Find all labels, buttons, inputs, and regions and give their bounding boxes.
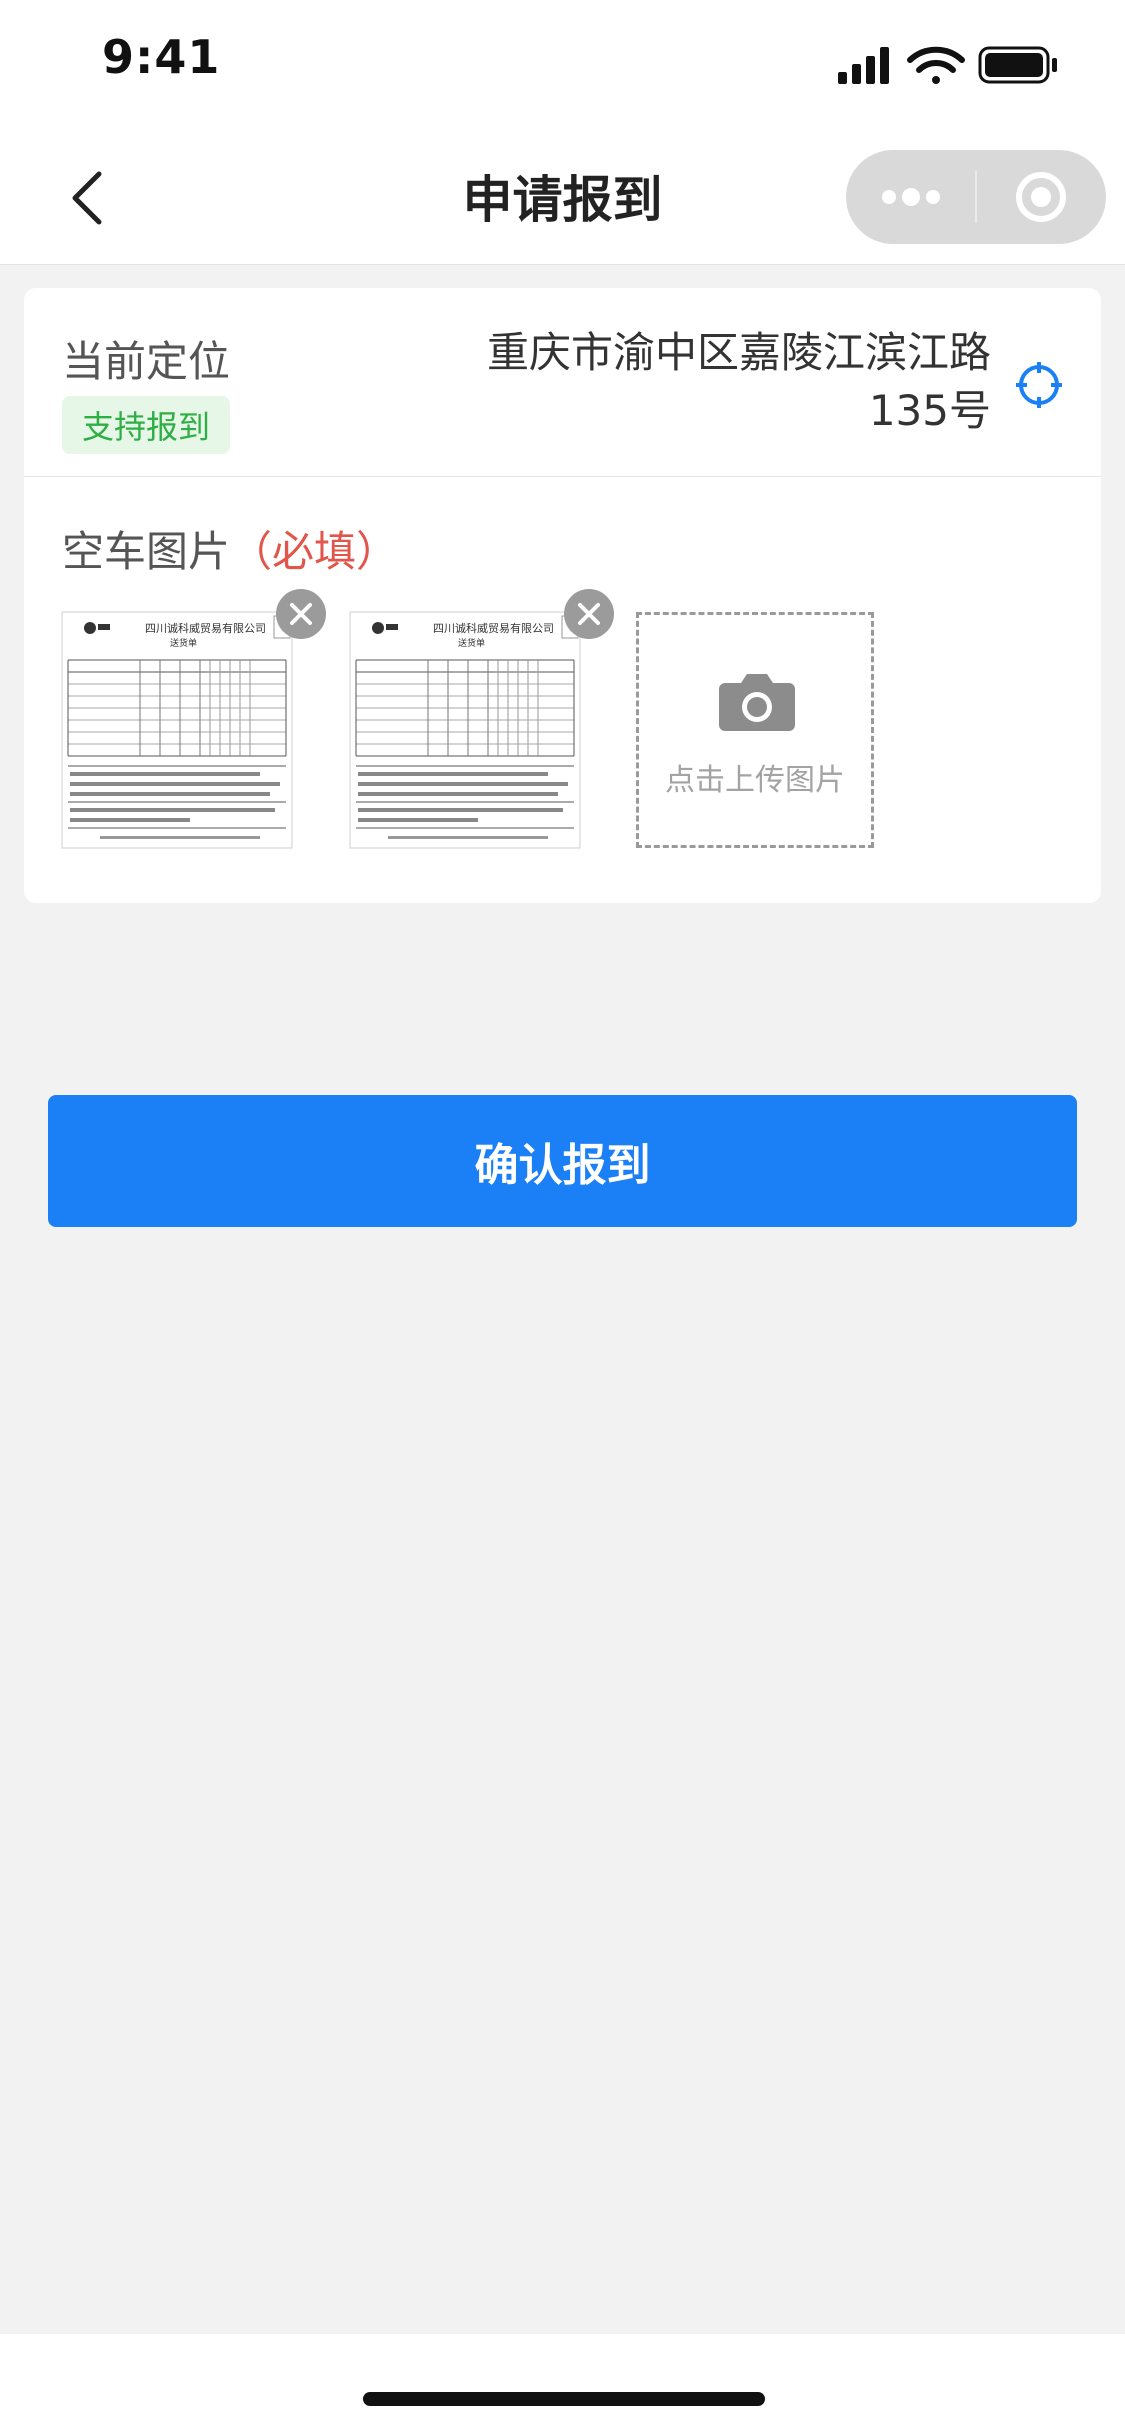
bottom-safe-area: [0, 2334, 1125, 2436]
address-line-1: 重庆市渝中区嘉陵江滨江路: [486, 328, 991, 377]
upload-label: 点击上传图片: [665, 763, 845, 798]
confirm-report-button[interactable]: 确认报到: [48, 1095, 1077, 1227]
status-bar: 9:41: [0, 0, 1125, 132]
more-dots-icon: [881, 188, 940, 206]
address-line-2: 135号: [868, 386, 991, 435]
photo-thumbnail-2[interactable]: 四川诚科威贸易有限公司 送货单: [348, 610, 582, 850]
battery-icon: [978, 46, 1057, 84]
delete-photo-button-1[interactable]: [276, 589, 326, 639]
crosshair-icon: [1016, 362, 1062, 408]
thumb-company-1: 四川诚科威贸易有限公司: [145, 621, 266, 635]
thumb-doc-1: 送货单: [170, 637, 197, 649]
locate-button[interactable]: [1014, 360, 1064, 410]
target-circle-icon: [1016, 172, 1067, 222]
upload-photo-button[interactable]: 点击上传图片: [636, 612, 874, 848]
camera-icon: [719, 674, 795, 731]
nav-bar: 申请报到: [0, 132, 1125, 265]
photo-thumbnail-1[interactable]: 四川诚科威贸易有限公司 送货单: [60, 610, 294, 850]
mini-program-capsule: [846, 150, 1106, 244]
location-row: 当前定位 支持报到 重庆市渝中区嘉陵江滨江路 135号: [24, 288, 1101, 477]
close-mini-program-button[interactable]: [977, 150, 1106, 244]
home-indicator: [363, 2392, 765, 2406]
location-label: 当前定位: [62, 337, 231, 386]
wifi-icon: [907, 46, 965, 84]
thumb-company-2: 四川诚科威贸易有限公司: [433, 621, 554, 635]
required-mark: （必填）: [230, 527, 399, 576]
location-address: 重庆市渝中区嘉陵江滨江路 135号: [431, 324, 991, 440]
signal-icon: [838, 47, 889, 84]
thumb-doc-2: 送货单: [458, 637, 485, 649]
status-badge: 支持报到: [62, 396, 230, 454]
delete-photo-button-2[interactable]: [564, 589, 614, 639]
photo-section-title: 空车图片（必填）: [62, 518, 398, 579]
status-icons: [830, 42, 1080, 90]
photo-title-text: 空车图片: [62, 527, 231, 576]
report-form-card: 当前定位 支持报到 重庆市渝中区嘉陵江滨江路 135号 空车图片（必填） 四川诚…: [24, 288, 1101, 903]
close-icon: [290, 603, 312, 625]
status-time: 9:41: [102, 30, 221, 84]
more-button[interactable]: [846, 150, 975, 244]
close-icon: [578, 603, 600, 625]
